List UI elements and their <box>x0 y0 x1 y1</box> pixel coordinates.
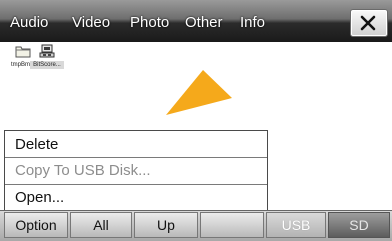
menu-item-delete[interactable]: Delete <box>15 136 58 154</box>
all-button[interactable]: All <box>70 212 132 238</box>
context-menu: Delete Copy To USB Disk... Open... <box>4 130 268 212</box>
menu-item-open[interactable]: Open... <box>15 189 64 207</box>
tab-photo[interactable]: Photo <box>130 14 169 31</box>
tab-other[interactable]: Other <box>185 14 223 31</box>
tab-audio[interactable]: Audio <box>10 14 48 31</box>
program-icon <box>30 44 64 60</box>
pointer-arrow-icon <box>166 70 232 115</box>
file-label: BitScore... <box>30 61 64 69</box>
menu-divider <box>5 184 267 185</box>
tab-video[interactable]: Video <box>72 14 110 31</box>
menu-item-copy-to-usb[interactable]: Copy To USB Disk... <box>15 162 151 180</box>
up-button[interactable]: Up <box>134 212 198 238</box>
sd-button[interactable]: SD <box>328 212 390 238</box>
menu-divider <box>5 157 267 158</box>
option-button[interactable]: Option <box>4 212 68 238</box>
close-icon <box>360 15 376 31</box>
file-item-bitscore[interactable]: BitScore... <box>30 44 64 69</box>
usb-button[interactable]: USB <box>266 212 326 238</box>
close-button[interactable] <box>350 9 388 37</box>
tab-info[interactable]: Info <box>240 14 265 31</box>
blank-button[interactable] <box>200 212 264 238</box>
